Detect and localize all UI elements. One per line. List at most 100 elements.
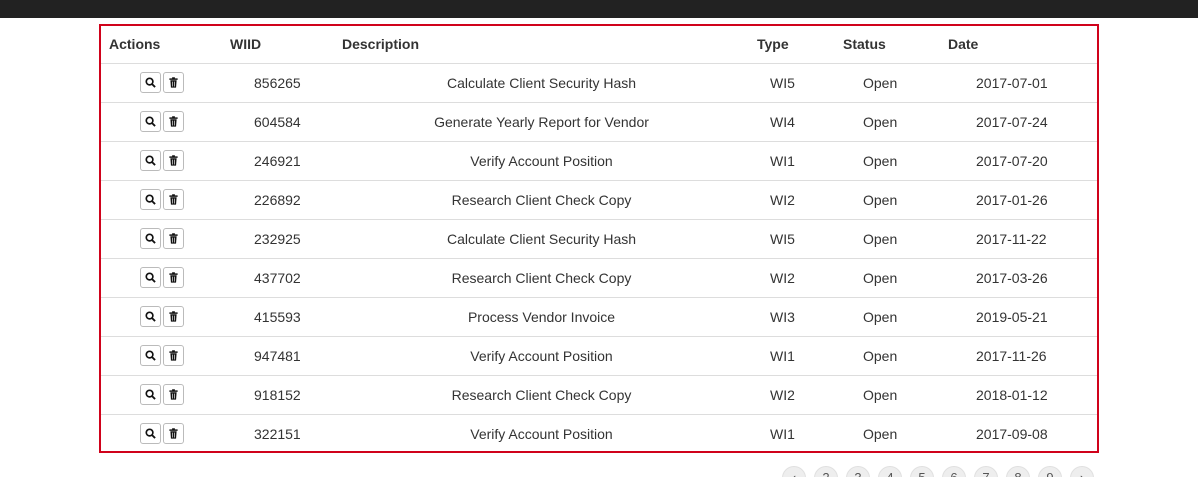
delete-button[interactable] (162, 306, 184, 327)
view-button[interactable] (139, 228, 161, 249)
row-actions (101, 296, 222, 336)
view-button[interactable] (139, 111, 161, 132)
pagination: ‹ 23456789 › (782, 466, 1094, 477)
delete-button[interactable] (162, 150, 184, 171)
header-type[interactable]: Type (749, 26, 835, 64)
page-button[interactable]: 4 (878, 466, 902, 477)
cell-wiid: 226892 (222, 179, 334, 219)
cell-description: Calculate Client Security Hash (334, 218, 749, 258)
cell-status: Open (835, 257, 940, 297)
cell-status: Open (835, 179, 940, 219)
cell-status: Open (835, 413, 940, 453)
row-actions (101, 257, 222, 297)
header-status[interactable]: Status (835, 26, 940, 64)
header-date[interactable]: Date (940, 26, 1097, 64)
page-button[interactable]: 2 (814, 466, 838, 477)
cell-date: 2017-11-26 (940, 335, 1097, 375)
cell-status: Open (835, 374, 940, 414)
delete-button[interactable] (162, 267, 184, 288)
cell-wiid: 604584 (222, 101, 334, 141)
cell-wiid: 947481 (222, 335, 334, 375)
delete-button[interactable] (162, 384, 184, 405)
row-actions (101, 63, 222, 102)
page-button[interactable]: 3 (846, 466, 870, 477)
delete-button[interactable] (162, 189, 184, 210)
view-button[interactable] (139, 267, 161, 288)
view-button[interactable] (139, 306, 161, 327)
cell-type: WI4 (749, 101, 835, 141)
row-actions (101, 374, 222, 414)
table-row: 604584 Generate Yearly Report for Vendor W… (101, 101, 1097, 141)
header-actions: Actions (101, 26, 222, 64)
view-button[interactable] (139, 72, 161, 93)
cell-type: WI2 (749, 257, 835, 297)
cell-description: Verify Account Position (334, 140, 749, 180)
page-button[interactable]: 7 (974, 466, 998, 477)
cell-type: WI1 (749, 335, 835, 375)
header-description[interactable]: Description (334, 26, 749, 64)
page-next-button[interactable]: › (1070, 466, 1094, 477)
cell-type: WI2 (749, 374, 835, 414)
cell-date: 2017-07-20 (940, 140, 1097, 180)
cell-date: 2017-01-26 (940, 179, 1097, 219)
work-items-table-frame: Actions WIID Description Type Status Dat… (99, 24, 1099, 453)
view-button[interactable] (139, 150, 161, 171)
header-wiid[interactable]: WIID (222, 26, 334, 64)
cell-description: Process Vendor Invoice (334, 296, 749, 336)
cell-date: 2017-03-26 (940, 257, 1097, 297)
cell-wiid: 415593 (222, 296, 334, 336)
cell-description: Verify Account Position (334, 335, 749, 375)
cell-wiid: 322151 (222, 413, 334, 453)
cell-description: Research Client Check Copy (334, 257, 749, 297)
cell-type: WI5 (770, 74, 795, 91)
delete-button[interactable] (162, 111, 184, 132)
page-button[interactable]: 5 (910, 466, 934, 477)
work-items-table: Actions WIID Description Type Status Dat… (101, 26, 1097, 453)
view-button[interactable] (139, 423, 161, 445)
page-button[interactable]: 9 (1038, 466, 1062, 477)
cell-wiid: 918152 (222, 374, 334, 414)
table-row: 232925 Calculate Client Security Hash WI5 O… (101, 218, 1097, 258)
table-row: 437702 Research Client Check Copy WI2 Open 2… (101, 257, 1097, 297)
page-button[interactable]: 6 (942, 466, 966, 477)
cell-description: Verify Account Position (334, 413, 749, 453)
cell-description: Research Client Check Copy (334, 374, 749, 414)
cell-description: Generate Yearly Report for Vendor (334, 101, 749, 141)
cell-type: WI1 (749, 413, 835, 453)
table-header-row: Actions WIID Description Type Status Dat… (101, 26, 1097, 64)
cell-wiid: 437702 (222, 257, 334, 297)
delete-button[interactable] (162, 228, 184, 249)
cell-status: Open (863, 74, 898, 91)
table-row: 226892 Research Client Check Copy WI2 Open 2… (101, 179, 1097, 219)
table-row: 918152 Research Client Check Copy WI2 Open 2… (101, 374, 1097, 414)
delete-button[interactable] (162, 423, 184, 445)
table-row: 947481 Verify Account Position WI1 Open 2017… (101, 335, 1097, 375)
delete-button[interactable] (162, 72, 184, 93)
page-button[interactable]: 8 (1006, 466, 1030, 477)
table-row: 322151 Verify Account Position WI1 Open 2017… (101, 413, 1097, 453)
cell-description: Research Client Check Copy (334, 179, 749, 219)
view-button[interactable] (139, 345, 161, 366)
row-actions (101, 179, 222, 219)
view-button[interactable] (139, 384, 161, 405)
cell-type: WI1 (749, 140, 835, 180)
cell-wiid: 246921 (222, 140, 334, 180)
table-row: 856265 Calculate Client Security Hash WI5 O… (101, 63, 1097, 102)
view-button[interactable] (139, 189, 161, 210)
row-actions (101, 101, 222, 141)
cell-status: Open (835, 101, 940, 141)
cell-date: 2017-09-08 (940, 413, 1097, 453)
row-actions (101, 413, 222, 453)
row-actions (101, 140, 222, 180)
row-actions (101, 218, 222, 258)
cell-date: 2017-11-22 (940, 218, 1097, 258)
table-row: 246921 Verify Account Position WI1 Open 2017… (101, 140, 1097, 180)
cell-status: Open (835, 335, 940, 375)
cell-description: Calculate Client Security Hash (446, 74, 637, 91)
cell-type: WI3 (749, 296, 835, 336)
cell-type: WI5 (749, 218, 835, 258)
cell-date: 2017-07-24 (940, 101, 1097, 141)
delete-button[interactable] (162, 345, 184, 366)
page-prev-button[interactable]: ‹ (782, 466, 806, 477)
cell-date: 2019-05-21 (940, 296, 1097, 336)
